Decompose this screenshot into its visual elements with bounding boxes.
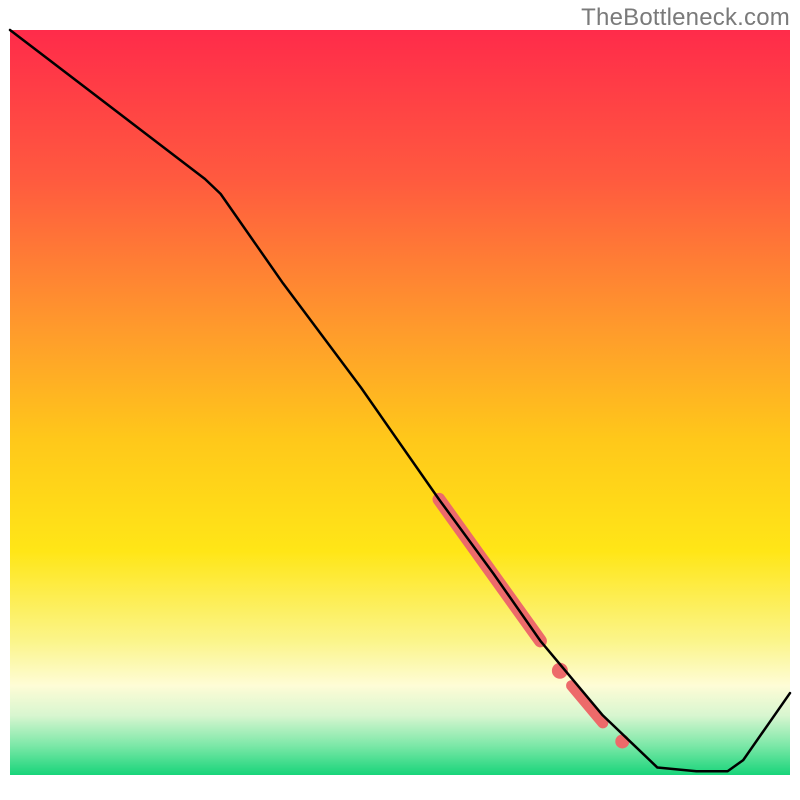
- dot-2: [615, 734, 629, 748]
- chart-svg: [0, 0, 800, 800]
- chart-container: TheBottleneck.com: [0, 0, 800, 800]
- watermark-text: TheBottleneck.com: [581, 4, 790, 32]
- plot-background: [10, 30, 790, 775]
